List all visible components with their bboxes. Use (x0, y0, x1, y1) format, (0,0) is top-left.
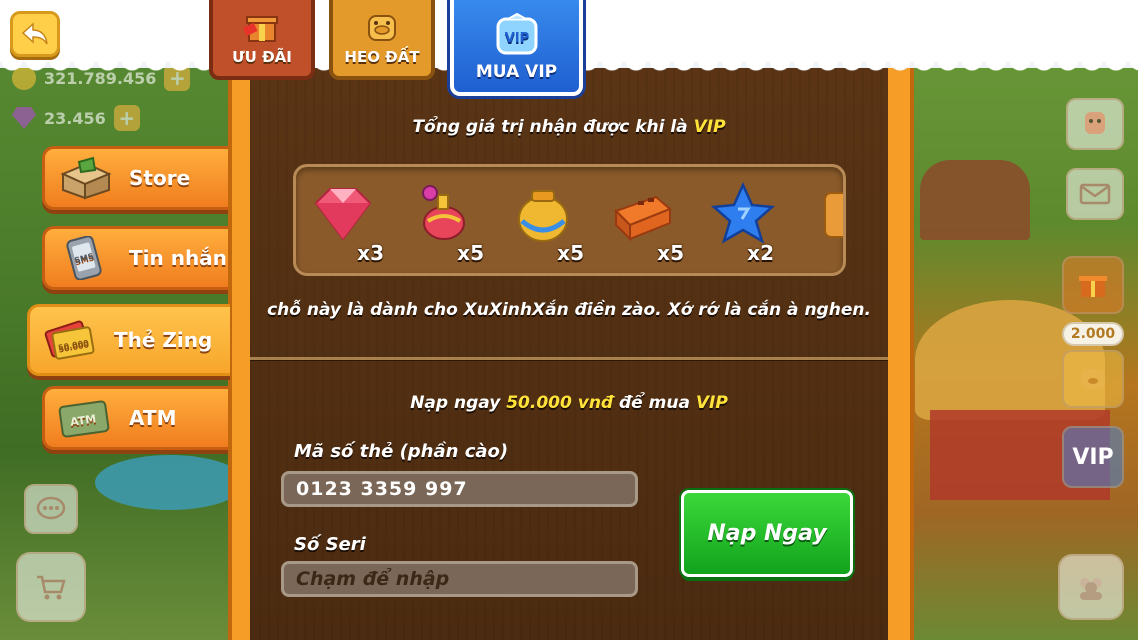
side-heo-button[interactable] (1062, 350, 1124, 408)
chat-bubble-icon (36, 496, 66, 520)
menu-item-the-zing-label: Thẻ Zing (114, 328, 213, 352)
vip-label: VIP (1072, 444, 1114, 470)
face-icon (1085, 112, 1105, 134)
card-code-label: Mã số thẻ (phần cào) (294, 441, 509, 462)
tab-heo-dat[interactable]: HEO ĐẤT (329, 0, 435, 80)
reward-title: Tổng giá trị nhận được khi là VIP (412, 117, 726, 137)
menu-item-atm[interactable]: ATM ATM (42, 386, 228, 450)
barrel-icon (824, 192, 843, 238)
nap-ngay-button[interactable]: Nạp Ngay (681, 490, 853, 577)
reward-list[interactable]: x3 x5 x5 x5 x2 (293, 164, 846, 276)
gift-sale-icon (1079, 276, 1107, 297)
svg-text:VIP: VIP (504, 31, 528, 46)
tab-mua-vip-label: MUA VIP (475, 62, 558, 82)
menu-item-atm-label: ATM (129, 406, 177, 430)
brick-toolbox-icon (614, 195, 672, 242)
pond (95, 455, 245, 510)
serial-label: Số Seri (294, 534, 366, 555)
menu-item-store-label: Store (129, 166, 191, 190)
topup-instruction: Nạp ngay 50.000 vnđ để mua VIP (410, 393, 728, 413)
friends-button[interactable] (1058, 554, 1124, 620)
reward-qty: x5 (657, 241, 684, 265)
reward-qty: x5 (557, 241, 584, 265)
menu-item-store[interactable]: Store (42, 146, 228, 210)
add-gems-button[interactable]: + (113, 105, 140, 131)
mail-button[interactable] (1066, 168, 1124, 220)
reward-qty: x3 (357, 241, 384, 265)
friend-face-button[interactable] (1066, 98, 1124, 150)
piggy-bank-icon (368, 15, 396, 41)
magic-jar-icon (518, 190, 568, 242)
cart-icon (37, 575, 66, 600)
reward-item-partial (811, 181, 843, 267)
zing-card-icon: 50.000 (44, 320, 95, 360)
side-vip-button[interactable]: VIP (1062, 426, 1124, 488)
serial-input[interactable]: Chạm để nhập (281, 561, 638, 597)
back-button[interactable] (10, 11, 60, 57)
serial-placeholder: Chạm để nhập (296, 568, 450, 590)
friends-icon (1080, 578, 1102, 600)
sms-phone-icon: SMS (66, 236, 102, 280)
menu-item-tin-nhan-label: Tin nhắn (129, 246, 227, 270)
reward-item-magic-jar: x5 (508, 181, 588, 267)
panel-divider (250, 357, 888, 360)
shop-cart-button[interactable] (16, 552, 86, 622)
card-code-value: 0123 3359 997 (296, 478, 468, 500)
reward-qty: x2 (747, 241, 774, 265)
back-arrow-icon (21, 22, 48, 45)
potion-icon (422, 185, 465, 240)
reward-qty: x5 (457, 241, 484, 265)
vip-badge-icon: VIP (496, 13, 537, 55)
chat-button[interactable] (24, 484, 78, 534)
reward-item-ruby: x3 (308, 181, 388, 267)
ruby-icon (314, 188, 372, 241)
piggy-bank-icon (1081, 369, 1105, 389)
blue-star-icon (711, 181, 775, 244)
reward-item-brick: x5 (608, 181, 688, 267)
atm-card-icon: ATM (58, 400, 110, 438)
farm-house (920, 160, 1030, 240)
menu-item-the-zing[interactable]: 50.000 Thẻ Zing (27, 304, 230, 376)
tab-mua-vip[interactable]: VIP MUA VIP (450, 0, 583, 96)
tab-heo-dat-label: HEO ĐẤT (344, 48, 420, 66)
store-box-icon (60, 156, 112, 200)
reward-item-blue-star: x2 (708, 181, 778, 267)
menu-item-tin-nhan[interactable]: SMS Tin nhắn (42, 226, 228, 290)
heo-price-badge: 2.000 (1062, 322, 1124, 346)
side-sale-button[interactable] (1062, 256, 1124, 314)
envelope-icon (1079, 183, 1111, 205)
gem-counter: 23.456 + (12, 104, 140, 132)
gem-icon (12, 107, 36, 129)
vip-note: chỗ này là dành cho XuXinhXắn điền zào. … (267, 300, 871, 320)
card-code-input[interactable]: 0123 3359 997 (281, 471, 638, 507)
tab-uu-dai[interactable]: ƯU ĐÃI (209, 0, 315, 80)
tab-uu-dai-label: ƯU ĐÃI (232, 48, 292, 66)
gift-sale-icon (242, 16, 278, 42)
reward-item-potion: x5 (408, 181, 488, 267)
